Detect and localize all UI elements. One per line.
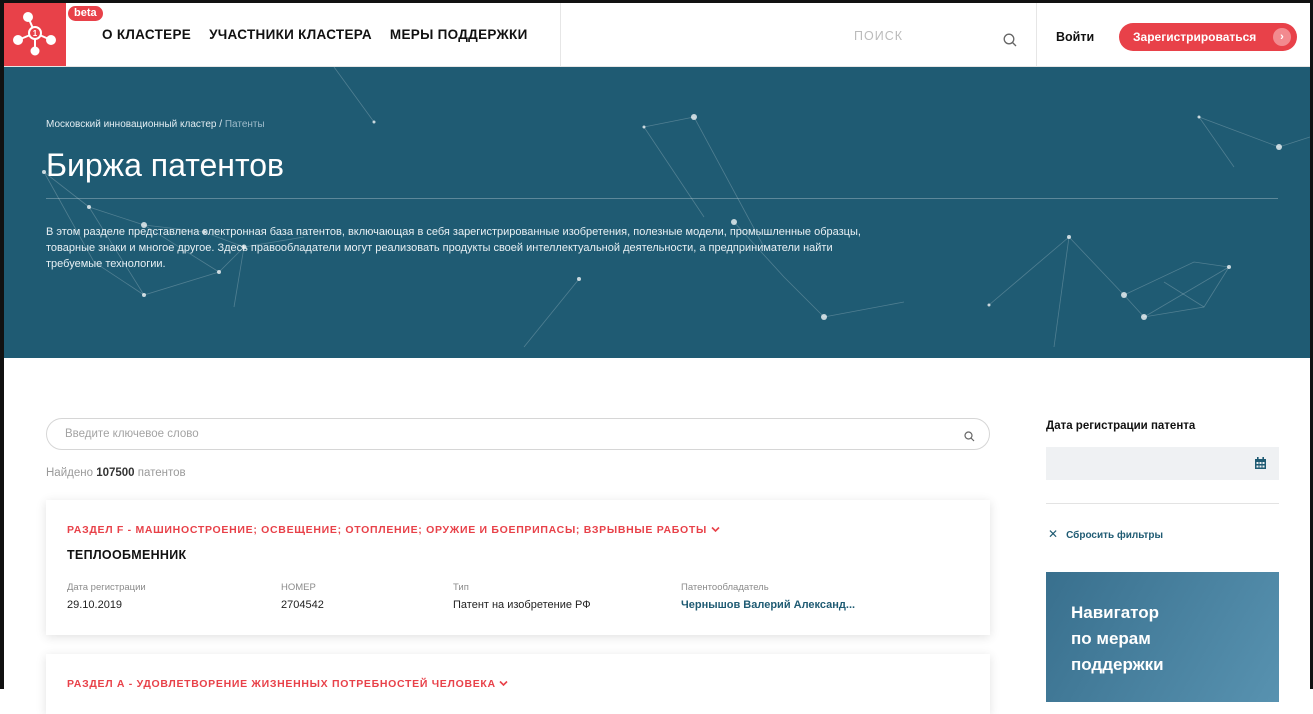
date-filter-heading: Дата регистрации патента <box>1046 420 1196 432</box>
patent-field-type: Тип Патент на изобретение РФ <box>453 582 591 611</box>
breadcrumb-root[interactable]: Московский инновационный кластер <box>46 119 216 130</box>
results-number: 107500 <box>96 467 135 479</box>
breadcrumb-separator: / <box>216 119 225 130</box>
patent-section-label: РАЗДЕЛ А - УДОВЛЕТВОРЕНИЕ ЖИЗНЕННЫХ ПОТР… <box>67 678 496 690</box>
register-button[interactable]: Зарегистрироваться › <box>1119 23 1297 51</box>
patent-field-number: НОМЕР 2704542 <box>281 582 324 611</box>
nav-support[interactable]: МЕРЫ ПОДДЕРЖКИ <box>390 27 528 42</box>
breadcrumb-current: Патенты <box>224 119 265 130</box>
results-prefix: Найдено <box>46 467 93 479</box>
patent-section-dropdown[interactable]: РАЗДЕЛ А - УДОВЛЕТВОРЕНИЕ ЖИЗНЕННЫХ ПОТР… <box>67 678 509 690</box>
chevron-right-icon: › <box>1273 28 1291 46</box>
reset-filters-label: Сбросить фильтры <box>1066 530 1164 541</box>
nav-divider <box>560 3 561 66</box>
field-label: НОМЕР <box>281 582 316 593</box>
sidebar-divider <box>1046 503 1279 504</box>
close-icon: ✕ <box>1048 527 1059 541</box>
chevron-down-icon <box>711 524 720 536</box>
register-label: Зарегистрироваться <box>1133 30 1257 44</box>
nav-members[interactable]: УЧАСТНИКИ КЛАСТЕРА <box>209 27 372 42</box>
field-value: 2704542 <box>281 599 324 611</box>
support-navigator-banner[interactable]: Навигатор по мерам поддержки <box>1046 572 1279 702</box>
reset-filters-button[interactable]: ✕ Сбросить фильтры <box>1048 527 1163 541</box>
patent-title[interactable]: ТЕПЛООБМЕННИК <box>67 548 186 562</box>
nav-divider <box>1036 3 1037 66</box>
chevron-down-icon <box>499 678 509 690</box>
breadcrumb: Московский инновационный кластер / Патен… <box>46 119 265 130</box>
field-label: Патентообладатель <box>681 582 769 593</box>
patent-field-holder: Патентообладатель Чернышов Валерий Алекс… <box>681 582 855 611</box>
field-label: Дата регистрации <box>67 582 146 593</box>
site-header: 1 beta О КЛАСТЕРЕ УЧАСТНИКИ КЛАСТЕРА МЕР… <box>4 3 1310 67</box>
calendar-icon[interactable] <box>1254 456 1267 475</box>
date-filter-input[interactable] <box>1046 447 1279 480</box>
patent-card[interactable]: РАЗДЕЛ А - УДОВЛЕТВОРЕНИЕ ЖИЗНЕННЫХ ПОТР… <box>46 654 990 714</box>
field-value: Патент на изобретение РФ <box>453 599 591 611</box>
patent-section-dropdown[interactable]: РАЗДЕЛ F - МАШИНОСТРОЕНИЕ; ОСВЕЩЕНИЕ; ОТ… <box>67 524 720 536</box>
banner-line: по мерам <box>1071 629 1151 648</box>
keyword-search-placeholder: Введите ключевое слово <box>65 428 199 440</box>
network-logo-icon[interactable]: 1 <box>4 3 66 66</box>
svg-text:1: 1 <box>33 29 38 38</box>
patent-card[interactable]: РАЗДЕЛ F - МАШИНОСТРОЕНИЕ; ОСВЕЩЕНИЕ; ОТ… <box>46 500 990 635</box>
search-icon[interactable] <box>964 429 975 447</box>
results-suffix: патентов <box>137 467 186 479</box>
login-link[interactable]: Войти <box>1056 30 1094 44</box>
main-nav: О КЛАСТЕРЕ УЧАСТНИКИ КЛАСТЕРА МЕРЫ ПОДДЕ… <box>102 3 528 66</box>
search-icon[interactable] <box>1003 33 1017 52</box>
patent-section-label: РАЗДЕЛ F - МАШИНОСТРОЕНИЕ; ОСВЕЩЕНИЕ; ОТ… <box>67 524 707 536</box>
nav-about[interactable]: О КЛАСТЕРЕ <box>102 27 191 42</box>
patent-holder-link[interactable]: Чернышов Валерий Александ... <box>681 599 855 611</box>
banner-line: поддержки <box>1071 655 1164 674</box>
beta-badge: beta <box>68 6 103 21</box>
hero-description: В этом разделе представлена электронная … <box>46 226 861 270</box>
page-title: Биржа патентов <box>46 147 285 183</box>
header-search-input[interactable]: ПОИСК <box>854 29 903 43</box>
keyword-search-input[interactable]: Введите ключевое слово <box>46 418 990 450</box>
banner-line: Навигатор <box>1071 603 1160 622</box>
field-label: Тип <box>453 582 469 593</box>
hero-banner: Московский инновационный кластер / Патен… <box>4 67 1310 358</box>
hero-divider <box>46 198 1278 199</box>
results-count: Найдено 107500 патентов <box>46 467 186 479</box>
banner-text: Навигатор по мерам поддержки <box>1071 600 1164 678</box>
field-value: 29.10.2019 <box>67 599 123 611</box>
network-background-graphic <box>42 67 1310 348</box>
patent-field-date: Дата регистрации 29.10.2019 <box>67 582 146 611</box>
